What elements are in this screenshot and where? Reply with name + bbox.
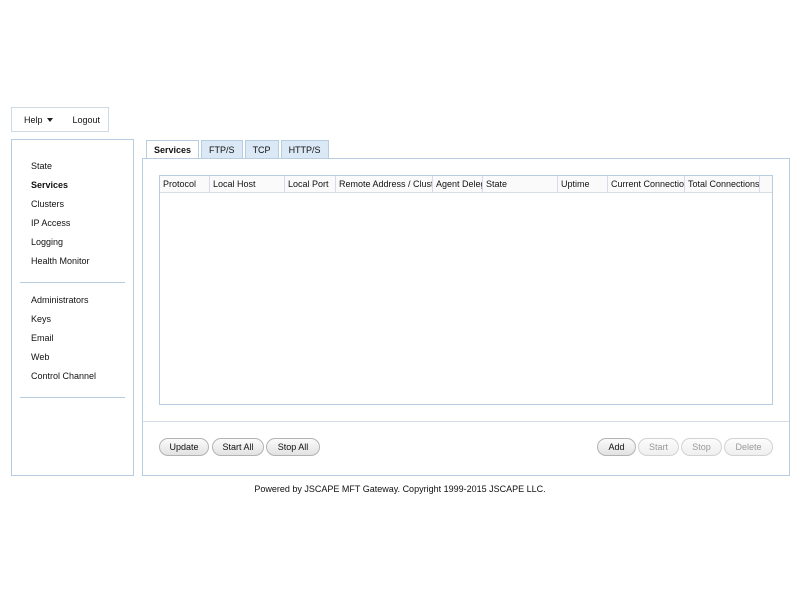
column-header-agent-delegate[interactable]: Agent Deleg [433,176,483,192]
sidebar-item-ip-access[interactable]: IP Access [12,217,133,236]
column-header-local-port[interactable]: Local Port [285,176,336,192]
panel-divider [143,421,789,422]
start-button[interactable]: Start [638,438,679,456]
column-header-remote-address[interactable]: Remote Address / Cluster [336,176,433,192]
tab-bar: Services FTP/S TCP HTTP/S [146,140,331,159]
caret-down-icon [46,118,53,122]
column-header-local-host[interactable]: Local Host [210,176,285,192]
start-all-button[interactable]: Start All [212,438,264,456]
sidebar-group-settings: Administrators Keys Email Web Control Ch… [12,283,133,397]
services-panel: Protocol Local Host Local Port Remote Ad… [142,158,790,476]
footer-copyright: Powered by JSCAPE MFT Gateway. Copyright… [254,484,546,494]
column-header-state[interactable]: State [483,176,558,192]
tab-services[interactable]: Services [146,140,200,159]
sidebar: State Services Clusters IP Access Loggin… [11,139,134,476]
sidebar-item-services[interactable]: Services [12,179,133,198]
sidebar-group-server: State Services Clusters IP Access Loggin… [12,140,133,282]
column-header-uptime[interactable]: Uptime [558,176,608,192]
services-table: Protocol Local Host Local Port Remote Ad… [159,175,773,405]
sidebar-item-clusters[interactable]: Clusters [12,198,133,217]
column-header-total-connections[interactable]: Total Connections [685,176,760,192]
sidebar-divider [20,397,125,398]
help-label: Help [24,114,43,125]
sidebar-item-control-channel[interactable]: Control Channel [12,370,133,389]
sidebar-item-email[interactable]: Email [12,332,133,351]
help-menu[interactable]: Help [24,115,53,125]
update-button[interactable]: Update [159,438,209,456]
sidebar-item-health-monitor[interactable]: Health Monitor [12,255,133,274]
sidebar-item-administrators[interactable]: Administrators [12,294,133,313]
sidebar-item-web[interactable]: Web [12,351,133,370]
stop-button[interactable]: Stop [681,438,722,456]
top-menu-bar: Help Logout [11,107,109,132]
tab-tcp[interactable]: TCP [244,140,279,158]
tab-ftps[interactable]: FTP/S [201,140,243,158]
sidebar-item-state[interactable]: State [12,160,133,179]
column-header-current-connection[interactable]: Current Connection [608,176,685,192]
add-button[interactable]: Add [597,438,636,456]
delete-button[interactable]: Delete [724,438,773,456]
sidebar-item-keys[interactable]: Keys [12,313,133,332]
column-header-protocol[interactable]: Protocol [160,176,210,192]
tab-https[interactable]: HTTP/S [280,140,329,158]
stop-all-button[interactable]: Stop All [266,438,320,456]
logout-link[interactable]: Logout [73,115,101,125]
table-header: Protocol Local Host Local Port Remote Ad… [160,176,772,193]
sidebar-item-logging[interactable]: Logging [12,236,133,255]
